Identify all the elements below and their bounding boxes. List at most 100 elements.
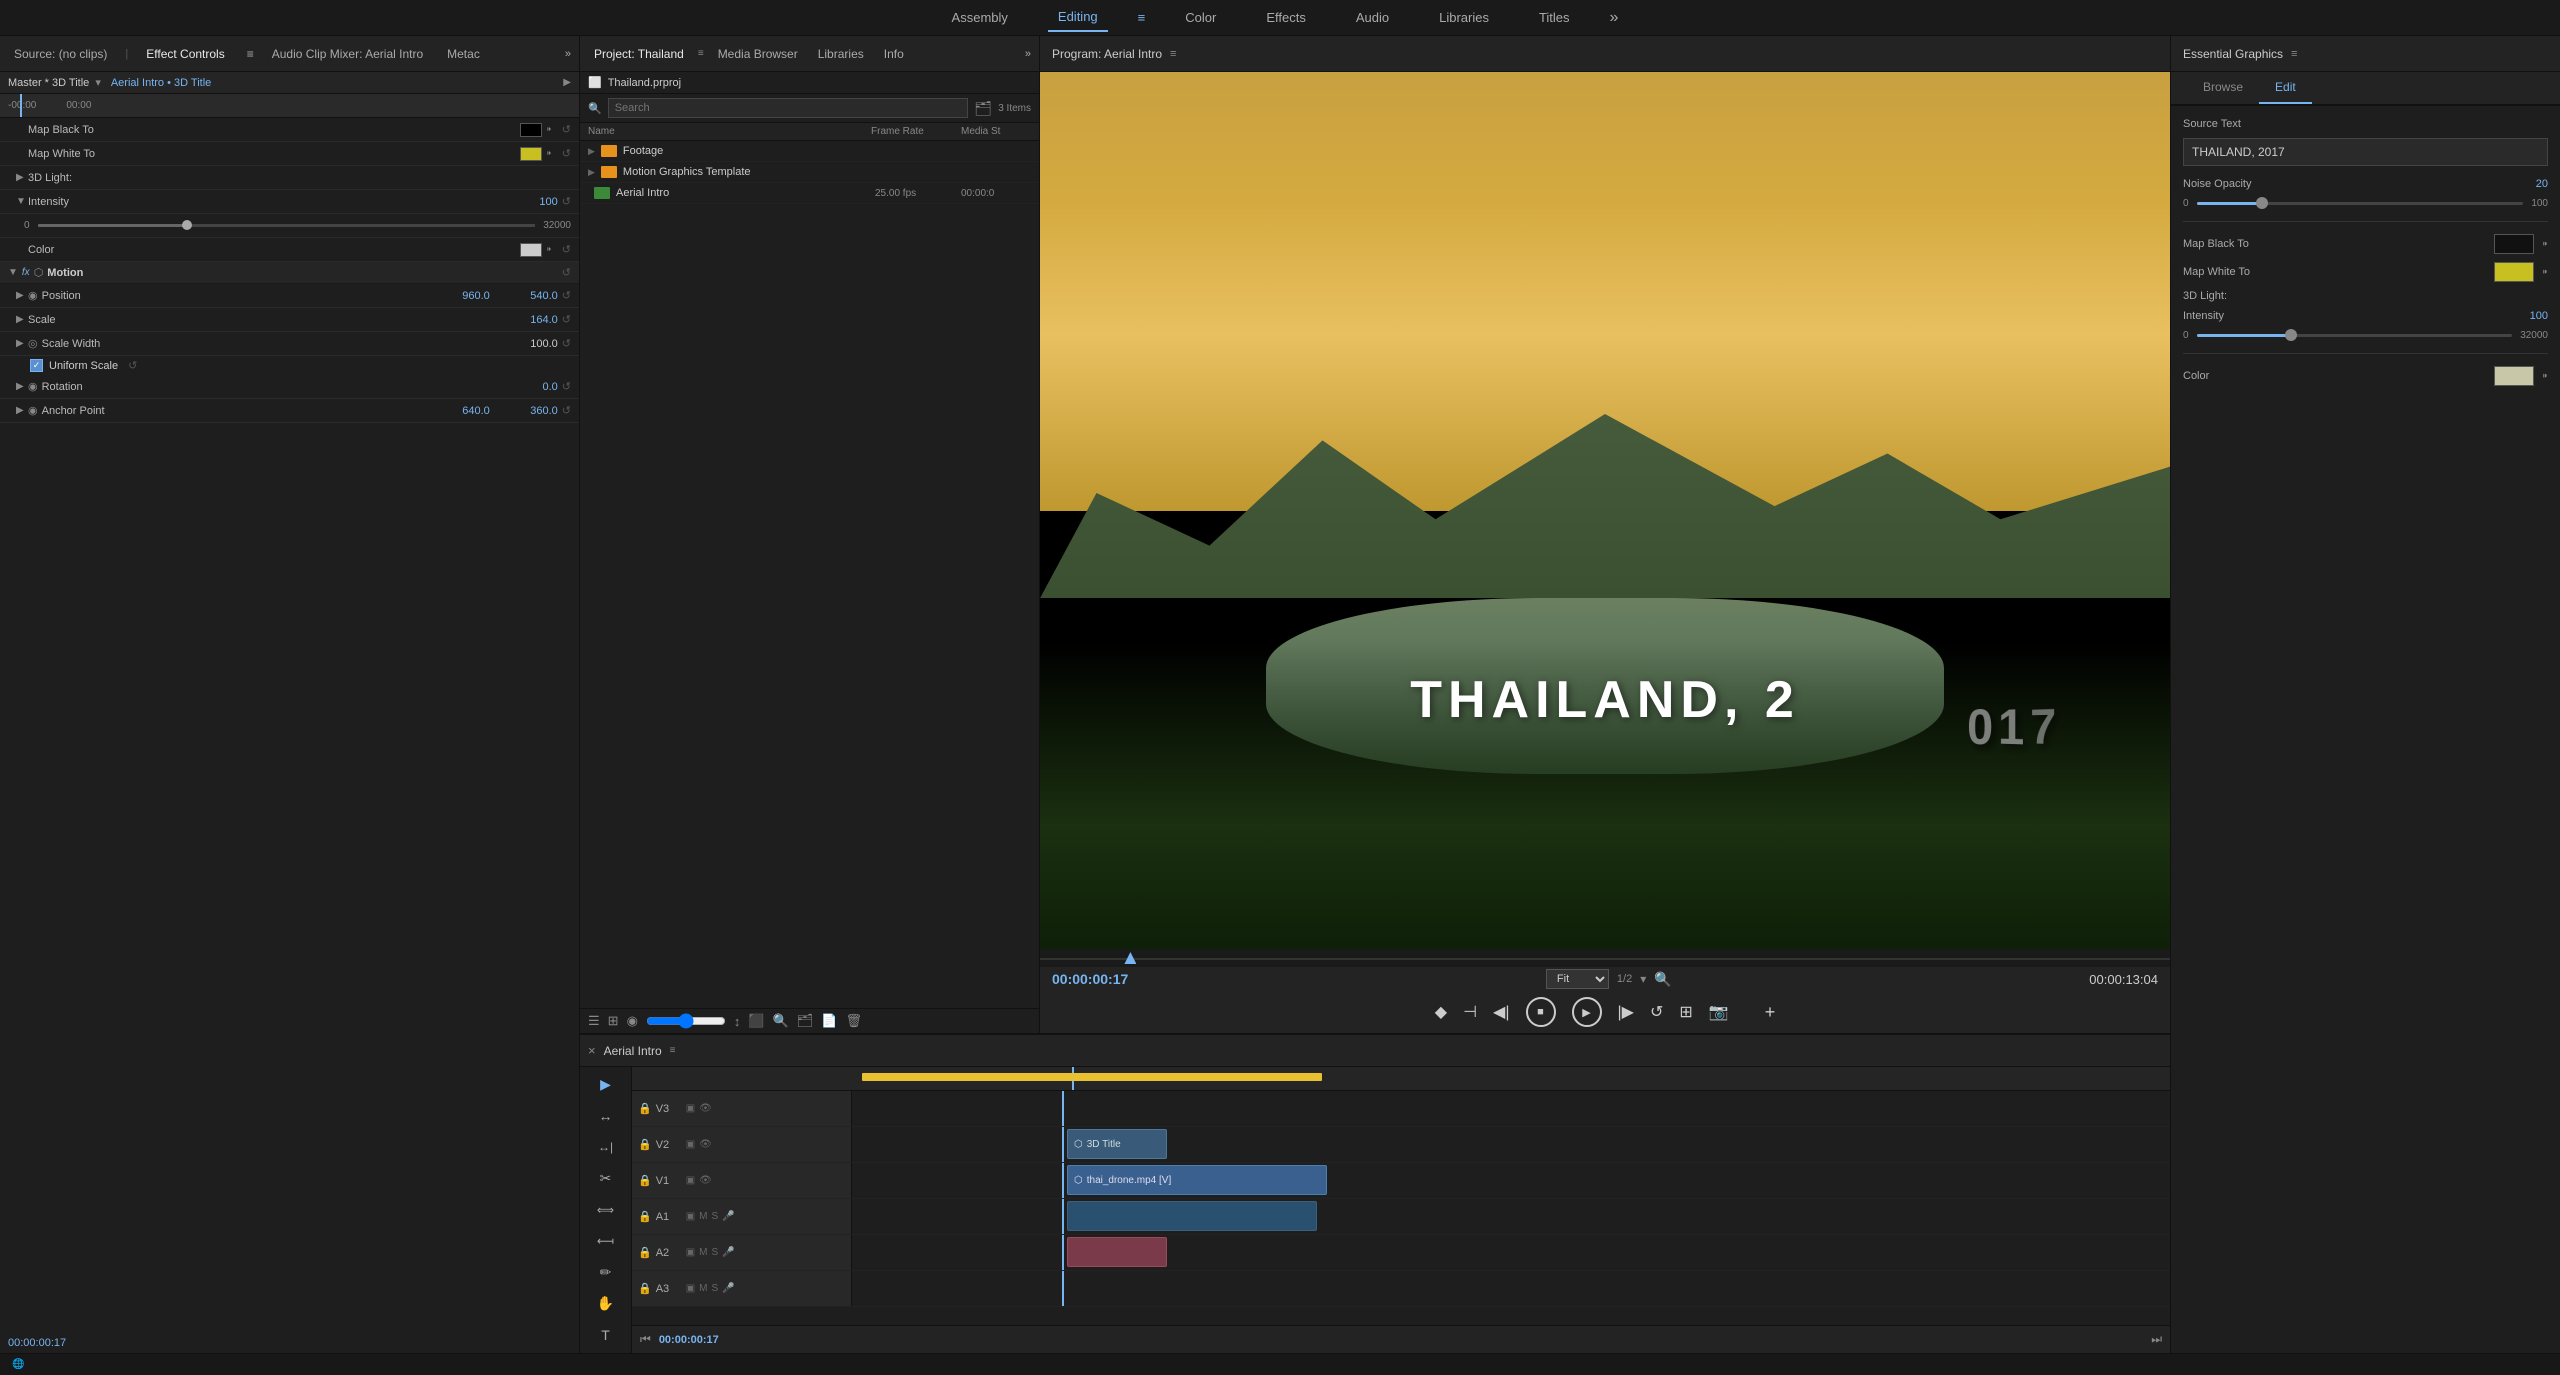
a2-track-body[interactable] [852, 1235, 2170, 1270]
zoom-icon[interactable]: 🔍 [1654, 971, 1671, 988]
a3-lock[interactable]: 🔒 [638, 1282, 652, 1295]
v1-eye-btn[interactable]: 👁 [699, 1175, 712, 1186]
map-white-reset[interactable]: ↺ [562, 147, 571, 160]
current-time-display[interactable]: 00:00:00:17 [1052, 971, 1128, 987]
rp-map-white-eyedropper[interactable]: ⁍ [2542, 265, 2548, 279]
scale-width-reset[interactable]: ↺ [562, 337, 571, 350]
a2-m-btn[interactable]: M [699, 1247, 707, 1258]
v1-clip-btn[interactable]: ▣ [686, 1175, 695, 1186]
media-browser-tab[interactable]: Media Browser [712, 43, 804, 65]
color-reset[interactable]: ↺ [562, 243, 571, 256]
effect-controls-tab[interactable]: Effect Controls [140, 43, 230, 65]
scale-expand[interactable]: ▶ [16, 314, 28, 325]
a1-clip-btn[interactable]: ▣ [686, 1211, 695, 1222]
project-new-bin-footer[interactable]: 🗂 [797, 1013, 814, 1029]
track-select-tool[interactable]: ↔ [591, 1104, 621, 1127]
edit-tab[interactable]: Edit [2259, 72, 2312, 104]
a1-lock[interactable]: 🔒 [638, 1210, 652, 1223]
anchor-point-expand[interactable]: ▶ [16, 405, 28, 416]
project-automate[interactable]: ⬛ [748, 1013, 764, 1029]
project-new-item[interactable]: 📄 [821, 1013, 837, 1029]
nav-effects[interactable]: Effects [1256, 4, 1316, 31]
uniform-scale-reset[interactable]: ↺ [128, 359, 137, 372]
color-swatch[interactable] [520, 243, 542, 257]
effect-controls-more[interactable]: » [565, 48, 571, 60]
project-sort[interactable]: ↕ [734, 1014, 741, 1029]
map-white-swatch[interactable] [520, 147, 542, 161]
info-tab[interactable]: Info [878, 43, 910, 65]
nav-titles[interactable]: Titles [1529, 4, 1580, 31]
map-black-reset[interactable]: ↺ [562, 123, 571, 136]
v2-eye-btn[interactable]: 👁 [699, 1139, 712, 1150]
a2-mic-btn[interactable]: 🎤 [722, 1247, 734, 1258]
source-tab[interactable]: Source: (no clips) [8, 43, 113, 65]
razor-tool[interactable]: ✂ [591, 1167, 621, 1190]
intensity-expand[interactable]: ▼ [16, 196, 28, 207]
intensity-value[interactable]: 100 [498, 196, 558, 208]
zoom-dropdown[interactable]: ▾ [1640, 972, 1646, 986]
source-text-input[interactable] [2183, 138, 2548, 166]
a3-clip-btn[interactable]: ▣ [686, 1283, 695, 1294]
tl-end-btn[interactable]: ⏭ [2151, 1332, 2162, 1347]
rotation-value[interactable]: 0.0 [498, 381, 558, 393]
rotation-expand[interactable]: ▶ [16, 381, 28, 392]
ec-playhead[interactable] [20, 94, 22, 117]
safe-margins-button[interactable]: ⊞ [1679, 1002, 1692, 1022]
export-frame-button[interactable]: 📷 [1709, 1002, 1729, 1022]
noise-opacity-slider[interactable] [2197, 202, 2524, 205]
map-black-eyedropper[interactable]: ⁍ [546, 123, 552, 136]
motion-reset[interactable]: ↺ [562, 266, 571, 279]
v1-lock[interactable]: 🔒 [638, 1174, 652, 1187]
a1-mic-btn[interactable]: 🎤 [722, 1211, 734, 1222]
play-button[interactable]: ▶ [1572, 997, 1602, 1027]
position-x-value[interactable]: 960.0 [430, 290, 490, 302]
slip-tool[interactable]: ⟺ [591, 1198, 621, 1221]
v3-track-body[interactable] [852, 1091, 2170, 1126]
project-delete[interactable]: 🗑 [845, 1013, 862, 1029]
intensity-slider-thumb[interactable] [182, 220, 192, 230]
a2-s-btn[interactable]: S [712, 1247, 719, 1258]
libraries-tab-proj[interactable]: Libraries [812, 43, 870, 65]
rotation-anim-icon[interactable]: ◉ [28, 380, 38, 393]
v2-clip-btn[interactable]: ▣ [686, 1139, 695, 1150]
new-bin-button[interactable]: 🗂 [974, 100, 992, 117]
mgt-expand[interactable]: ▶ [588, 167, 595, 178]
master-dropdown[interactable]: ▾ [95, 76, 101, 89]
rp-map-white-swatch[interactable] [2494, 262, 2534, 282]
loop-button[interactable]: ↺ [1650, 1002, 1663, 1022]
a3-m-btn[interactable]: M [699, 1283, 707, 1294]
rp-intensity-value[interactable]: 100 [2530, 310, 2548, 322]
project-find[interactable]: 🔍 [773, 1013, 789, 1029]
3d-title-clip[interactable]: ⬡ 3D Title [1067, 1129, 1167, 1159]
a3-track-body[interactable] [852, 1271, 2170, 1306]
anchor-point-reset[interactable]: ↺ [562, 404, 571, 417]
add-button[interactable]: + [1765, 1002, 1776, 1023]
clip-breadcrumb[interactable]: Aerial Intro • 3D Title [111, 77, 211, 89]
pen-tool[interactable]: ✏ [591, 1261, 621, 1284]
back-frame-button[interactable]: ◀| [1493, 1002, 1509, 1022]
selection-tool[interactable]: ▶ [591, 1073, 621, 1096]
ripple-edit-tool[interactable]: ↔| [591, 1136, 621, 1159]
list-item[interactable]: ▶ Footage [580, 141, 1039, 162]
scale-reset[interactable]: ↺ [562, 313, 571, 326]
tl-start-btn[interactable]: ⏮ [640, 1332, 651, 1347]
timeline-menu[interactable]: ≡ [670, 1045, 676, 1056]
marker-button[interactable]: ◆ [1435, 1002, 1447, 1022]
rp-map-black-swatch[interactable] [2494, 234, 2534, 254]
video-clip[interactable]: ⬡ thai_drone.mp4 [V] [1067, 1165, 1327, 1195]
project-more[interactable]: » [1025, 48, 1031, 60]
motion-section-header[interactable]: ▼ fx ⬡ Motion ↺ [0, 262, 579, 284]
project-tab[interactable]: Project: Thailand [588, 43, 690, 65]
monitor-menu[interactable]: ≡ [1170, 48, 1176, 60]
color-eyedropper[interactable]: ⁍ [546, 243, 552, 256]
col-name-label[interactable]: Name [588, 126, 861, 137]
nav-audio[interactable]: Audio [1346, 4, 1399, 31]
nav-editing[interactable]: Editing [1048, 3, 1108, 32]
intensity-slider[interactable] [38, 224, 536, 227]
anchor-x-value[interactable]: 640.0 [430, 405, 490, 417]
list-item[interactable]: Aerial Intro 25.00 fps 00:00:0 [580, 183, 1039, 204]
rp-map-black-eyedropper[interactable]: ⁍ [2542, 237, 2548, 251]
a1-m-btn[interactable]: M [699, 1211, 707, 1222]
list-item[interactable]: ▶ Motion Graphics Template [580, 162, 1039, 183]
nav-assembly[interactable]: Assembly [942, 4, 1018, 31]
